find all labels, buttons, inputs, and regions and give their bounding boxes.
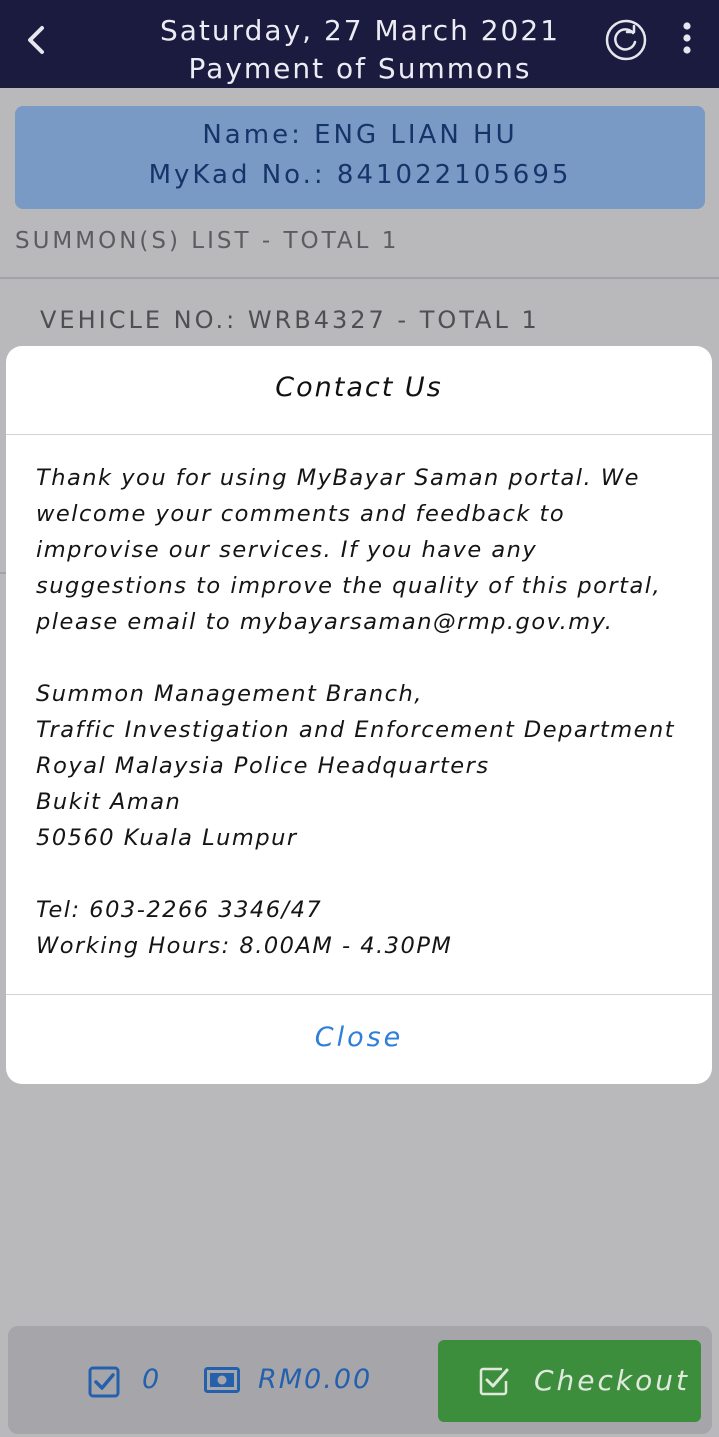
contact-us-dialog: Contact Us Thank you for using MyBayar S…: [6, 346, 712, 1084]
close-button[interactable]: Close: [6, 994, 712, 1084]
checkbox-icon[interactable]: [88, 1366, 120, 1398]
profile-name: Name: ENG LIAN HU: [202, 120, 518, 150]
divider: [0, 277, 719, 279]
dialog-body: Thank you for using MyBayar Saman portal…: [36, 460, 686, 964]
app-header: Saturday, 27 March 2021 Payment of Summo…: [0, 0, 719, 88]
more-vert-icon[interactable]: [672, 18, 702, 58]
profile-mykad: MyKad No.: 841022105695: [148, 160, 572, 190]
dialog-divider: [6, 434, 712, 435]
checkout-button[interactable]: Checkout: [438, 1340, 701, 1422]
address-line: Summon Management Branch,: [36, 681, 423, 707]
refresh-icon[interactable]: [604, 18, 648, 62]
money-icon: [204, 1367, 240, 1393]
address-line: 50560 Kuala Lumpur: [36, 825, 298, 851]
dialog-title: Contact Us: [275, 372, 443, 403]
address-line: Royal Malaysia Police Headquarters: [36, 753, 490, 779]
telephone-text: Tel: 603-2266 3346/47: [36, 897, 323, 923]
dialog-intro-text: Thank you for using MyBayar Saman portal…: [36, 465, 662, 635]
selected-count: 0: [142, 1364, 160, 1395]
page-title: Payment of Summons: [188, 52, 532, 85]
back-icon[interactable]: [22, 20, 52, 60]
header-date: Saturday, 27 March 2021: [159, 14, 561, 47]
total-amount: RM0.00: [258, 1364, 373, 1395]
profile-card: Name: ENG LIAN HU MyKad No.: 84102210569…: [15, 106, 705, 209]
check-square-icon: [479, 1367, 509, 1396]
checkout-label: Checkout: [534, 1364, 690, 1397]
checkout-bar: 0 RM0.00 Checkout: [8, 1326, 712, 1434]
address-line: Bukit Aman: [36, 789, 182, 815]
vehicle-heading[interactable]: VEHICLE NO.: WRB4327 - TOTAL 1: [40, 306, 540, 334]
working-hours-text: Working Hours: 8.00AM - 4.30PM: [36, 933, 453, 959]
address-line: Traffic Investigation and Enforcement De…: [36, 717, 676, 743]
summons-list-heading: SUMMON(S) LIST - TOTAL 1: [15, 228, 400, 254]
